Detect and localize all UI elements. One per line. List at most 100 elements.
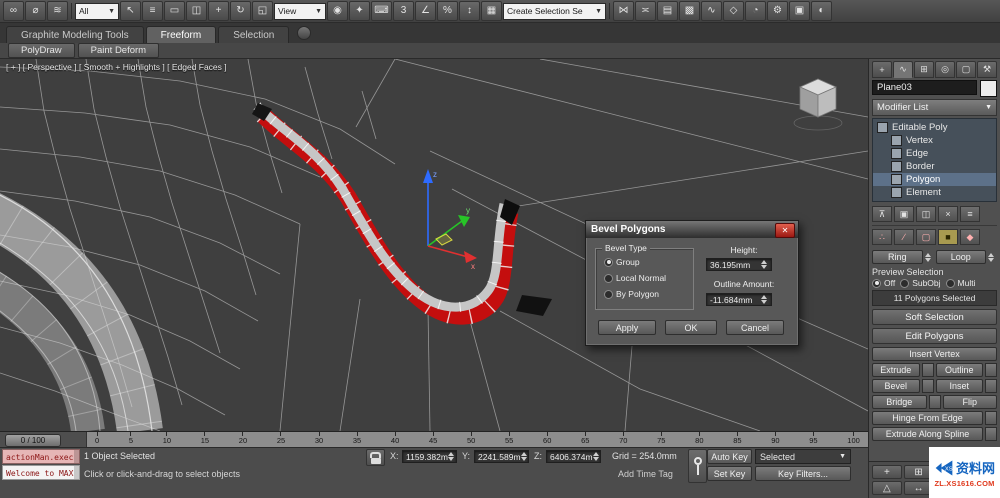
loop-spinner[interactable] (988, 252, 997, 262)
local-normal-radio[interactable]: Local Normal (604, 273, 666, 283)
bind-to-space-warp-icon[interactable]: ≋ (47, 1, 68, 21)
select-object-icon[interactable]: ↖ (120, 1, 141, 21)
make-unique-icon[interactable]: ◫ (916, 206, 936, 222)
group-radio[interactable]: Group (604, 257, 640, 267)
unlink-selection-icon[interactable]: ⌀ (25, 1, 46, 21)
reference-coordinate-dropdown[interactable]: View ▼ (274, 2, 326, 20)
keyboard-shortcut-override-icon[interactable]: ⌨ (371, 1, 392, 21)
key-mode-dropdown[interactable]: Selected ▼ (755, 449, 851, 464)
edit-polygons-rollout[interactable]: Edit Polygons (872, 328, 997, 344)
ribbon-tab-graphite-modeling-tools[interactable]: Graphite Modeling Tools (6, 26, 144, 43)
fov-icon[interactable]: △ (872, 481, 902, 495)
extrude-along-spline-settings-button[interactable] (985, 427, 997, 441)
stack-item-polygon[interactable]: Polygon (873, 173, 996, 186)
add-time-tag[interactable]: Add Time Tag (618, 467, 673, 482)
modifier-list-dropdown[interactable]: Modifier List ▼ (872, 99, 997, 116)
ring-spinner[interactable] (924, 252, 934, 262)
x-coord-field[interactable]: 1159.382m (402, 450, 457, 463)
preview-off-radio[interactable]: Off (872, 278, 895, 288)
motion-tab-icon[interactable]: ◎ (935, 61, 955, 78)
select-by-name-icon[interactable]: ≡ (142, 1, 163, 21)
layer-manager-icon[interactable]: ▤ (657, 1, 678, 21)
ribbon-minimize-icon[interactable] (297, 26, 312, 40)
align-icon[interactable]: ≍ (635, 1, 656, 21)
snaps-toggle-icon[interactable]: 3 (393, 1, 414, 21)
x-spinner[interactable] (447, 452, 457, 461)
stack-item-edge[interactable]: Edge (873, 147, 996, 160)
window-crossing-icon[interactable]: ◫ (186, 1, 207, 21)
outline-spinner[interactable] (761, 295, 770, 304)
height-spinner[interactable] (761, 260, 770, 269)
named-selection-set-dropdown[interactable]: Create Selection Se ▼ (503, 2, 606, 20)
ribbon-tab-selection[interactable]: Selection (218, 26, 290, 43)
maxscript-mini-listener[interactable]: Welcome to MAX (2, 465, 80, 480)
element-subobject-icon[interactable]: ◆ (960, 229, 980, 245)
select-and-scale-icon[interactable]: ◱ (252, 1, 273, 21)
display-tab-icon[interactable]: ▢ (956, 61, 976, 78)
material-editor-icon[interactable]: ◔ (745, 1, 766, 21)
preview-subobj-radio[interactable]: SubObj (900, 278, 941, 288)
close-icon[interactable]: ✕ (775, 223, 795, 238)
extrude-along-spline-button[interactable]: Extrude Along Spline (872, 427, 983, 441)
vertex-subobject-icon[interactable]: ∴ (872, 229, 892, 245)
height-field[interactable]: 36.195mm (706, 258, 772, 271)
polygon-subobject-icon[interactable]: ■ (938, 229, 958, 245)
bevel-settings-button[interactable] (921, 379, 934, 393)
auto-key-button[interactable]: Auto Key (707, 449, 752, 464)
bridge-button[interactable]: Bridge (872, 395, 927, 409)
show-end-result-icon[interactable]: ▣ (894, 206, 914, 222)
outline-settings-button[interactable] (985, 363, 997, 377)
inset-settings-button[interactable] (985, 379, 997, 393)
select-and-manipulate-icon[interactable]: ✦ (349, 1, 370, 21)
modify-tab-icon[interactable]: ∿ (893, 61, 913, 78)
loop-button[interactable]: Loop (935, 250, 986, 264)
edge-subobject-icon[interactable]: ∕ (894, 229, 914, 245)
pin-stack-icon[interactable]: ⊼ (872, 206, 892, 222)
bevel-button[interactable]: Bevel (872, 379, 920, 393)
stack-item-element[interactable]: Element (873, 186, 996, 199)
ok-button[interactable]: OK (665, 320, 717, 335)
z-coord-field[interactable]: 6406.374m (546, 450, 601, 463)
time-slider-handle[interactable]: 0 / 100 (5, 434, 61, 447)
select-and-link-icon[interactable]: ∞ (3, 1, 24, 21)
inset-button[interactable]: Inset (935, 379, 983, 393)
key-filters-button[interactable]: Key Filters... (755, 466, 851, 481)
set-key-icon[interactable] (688, 449, 707, 483)
y-coord-field[interactable]: 2241.589m (474, 450, 529, 463)
stack-item-vertex[interactable]: Vertex (873, 134, 996, 147)
bevel-polygons-dialog[interactable]: Bevel Polygons ✕ Bevel Type Group Local … (585, 220, 799, 346)
hierarchy-tab-icon[interactable]: ⊞ (914, 61, 934, 78)
graphite-ribbon-icon[interactable]: ▩ (679, 1, 700, 21)
by-polygon-radio[interactable]: By Polygon (604, 289, 659, 299)
insert-vertex-button[interactable]: Insert Vertex (872, 347, 997, 361)
spinner-snap-icon[interactable]: ↕ (459, 1, 480, 21)
listener-scrollbar[interactable] (74, 450, 79, 463)
ring-button[interactable]: Ring (872, 250, 923, 264)
select-and-rotate-icon[interactable]: ↻ (230, 1, 251, 21)
stack-item-editable-poly[interactable]: Editable Poly (873, 121, 996, 134)
create-tab-icon[interactable]: + (872, 61, 892, 78)
remove-modifier-icon[interactable]: × (938, 206, 958, 222)
angle-snap-icon[interactable]: ∠ (415, 1, 436, 21)
track-bar[interactable]: 0 5 10 15 20 25 30 35 40 45 50 55 60 65 70 75 80 85 90 95 10… (87, 432, 868, 447)
flip-button[interactable]: Flip (942, 395, 997, 409)
select-and-move-icon[interactable]: + (208, 1, 229, 21)
soft-selection-rollout[interactable]: Soft Selection (872, 309, 997, 325)
ribbon-tab-freeform[interactable]: Freeform (145, 26, 217, 43)
preview-multi-radio[interactable]: Multi (945, 278, 976, 288)
hinge-settings-button[interactable] (985, 411, 997, 425)
object-name-field[interactable]: Plane03 (872, 80, 977, 95)
stack-item-border[interactable]: Border (873, 160, 996, 173)
selection-lock-icon[interactable] (366, 449, 385, 466)
ribbon-subtab-polydraw[interactable]: PolyDraw (8, 43, 75, 58)
viewport-label[interactable]: [ + ] [ Perspective ] [ Smooth + Highlig… (6, 62, 227, 72)
mirror-icon[interactable]: ⋈ (613, 1, 634, 21)
named-selection-sets-icon[interactable]: ▦ (481, 1, 502, 21)
use-pivot-point-center-icon[interactable]: ◉ (327, 1, 348, 21)
zoom-icon[interactable]: + (872, 465, 902, 479)
listener-scrollbar[interactable] (74, 466, 79, 479)
y-spinner[interactable] (520, 452, 530, 461)
schematic-view-icon[interactable]: ◇ (723, 1, 744, 21)
render-production-icon[interactable]: ◐ (811, 1, 832, 21)
rendered-frame-icon[interactable]: ▣ (789, 1, 810, 21)
